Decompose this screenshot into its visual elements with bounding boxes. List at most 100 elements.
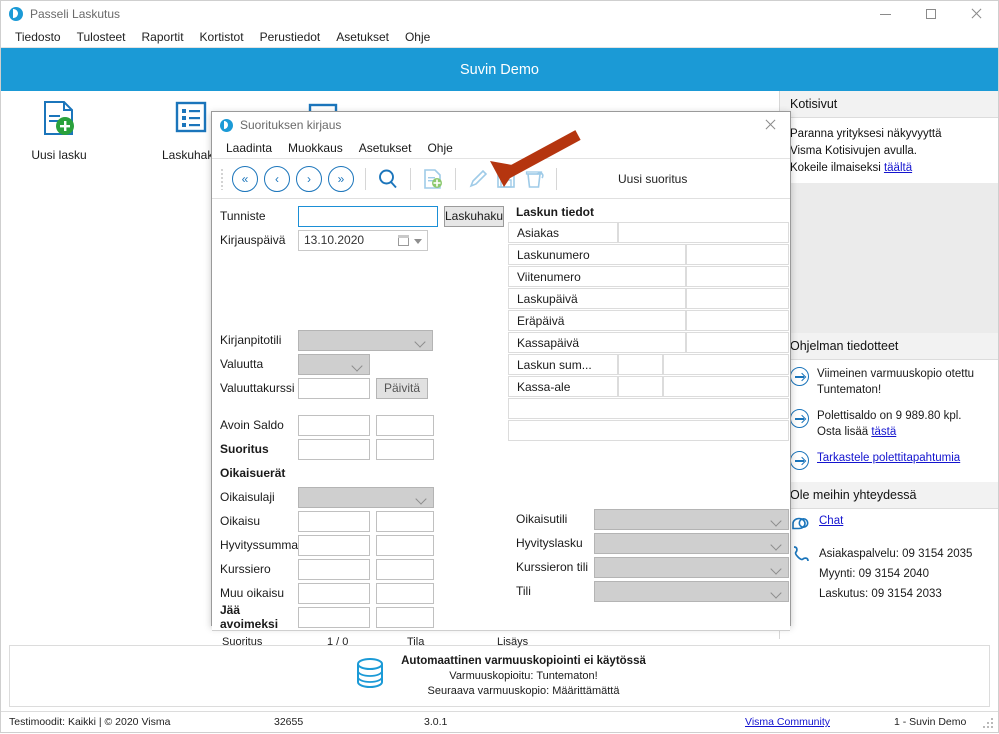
new-document-icon[interactable] [420, 166, 446, 192]
nav-prev-button[interactable]: ‹ [264, 165, 290, 192]
jaa-avoimeksi-input-2[interactable] [376, 606, 434, 628]
menu-item-tulosteet[interactable]: Tulosteet [69, 27, 134, 48]
notice-link-tarkastele[interactable]: Tarkastele polettitapahtumia [817, 450, 960, 466]
label-oikaisutili: Oikaisutili [516, 512, 568, 526]
tunniste-input[interactable] [298, 205, 438, 227]
dialog-close-button[interactable] [750, 112, 790, 138]
cell-value[interactable] [618, 222, 789, 243]
hyvityssumma-input-2[interactable] [376, 534, 434, 556]
cell-value[interactable] [663, 354, 789, 375]
cell-mid[interactable] [618, 354, 663, 375]
menu-item-asetukset[interactable]: Asetukset [328, 27, 397, 48]
resize-grip[interactable] [983, 718, 995, 730]
muu-oikaisu-input-1[interactable] [298, 582, 370, 604]
table-row[interactable]: Viitenumero [508, 266, 789, 287]
cell-value[interactable] [686, 266, 789, 287]
muu-oikaisu-input-2[interactable] [376, 582, 434, 604]
status-community-link[interactable]: Visma Community [681, 716, 886, 728]
hyvityslasku-select[interactable] [594, 532, 789, 554]
cell-mid[interactable] [618, 376, 663, 397]
suoritus-input-1[interactable] [298, 438, 370, 460]
nav-first-button[interactable]: « [232, 165, 258, 192]
dialog-menu-laadinta[interactable]: Laadinta [218, 138, 280, 159]
arrow-right-icon [790, 451, 809, 470]
cell-empty[interactable] [508, 398, 789, 419]
cell-label: Laskupäivä [508, 288, 686, 309]
kurssiero-input-2[interactable] [376, 558, 434, 580]
cell-empty[interactable] [508, 420, 789, 441]
kirjanpitotili-select[interactable] [298, 329, 433, 351]
oikaisu-input-1[interactable] [298, 510, 370, 532]
field-row-oikaisulaji: Oikaisulaji [220, 486, 502, 508]
notice-item-tapahtumat[interactable]: Tarkastele polettitapahtumia [780, 444, 998, 474]
pencil-icon[interactable] [465, 166, 491, 192]
chat-link[interactable]: Chat [819, 515, 843, 527]
kurssieron-tili-select[interactable] [594, 556, 789, 578]
table-row[interactable]: Kassa-ale [508, 376, 789, 397]
cell-value[interactable] [686, 332, 789, 353]
hyvityssumma-input-1[interactable] [298, 534, 370, 556]
dialog-menu-ohje[interactable]: Ohje [419, 138, 460, 159]
paivita-button[interactable]: Päivitä [376, 377, 428, 399]
table-row[interactable]: Kassapäivä [508, 332, 789, 353]
table-row[interactable]: Laskun sum... [508, 354, 789, 375]
close-button[interactable] [953, 1, 998, 27]
field-row-oikaisutili: Oikaisutili [508, 508, 789, 530]
label-suoritus: Suoritus [220, 442, 269, 456]
floppy-disk-icon[interactable] [493, 166, 519, 192]
table-row[interactable]: Laskunumero [508, 244, 789, 265]
table-row-empty[interactable] [508, 420, 789, 441]
dialog-menu-muokkaus[interactable]: Muokkaus [280, 138, 351, 159]
suoritus-input-2[interactable] [376, 438, 434, 460]
contact-chat-row[interactable]: Chat [780, 509, 998, 538]
label-hyvityssumma: Hyvityssumma [220, 538, 299, 552]
minimize-button[interactable] [863, 1, 908, 27]
kirjauspaiva-date-input[interactable]: 13.10.2020 [298, 229, 428, 251]
kurssiero-input-1[interactable] [298, 558, 370, 580]
phone-laskutus: Laskutus: 09 3154 2033 [819, 588, 942, 600]
table-row-empty[interactable] [508, 398, 789, 419]
magnifier-icon[interactable] [375, 166, 401, 192]
notice-item-backup[interactable]: Viimeinen varmuuskopio otettu Tuntematon… [780, 360, 998, 402]
valuuttakurssi-input[interactable] [298, 377, 370, 399]
dialog-menu-asetukset[interactable]: Asetukset [351, 138, 420, 159]
oikaisulaji-select[interactable] [298, 486, 434, 508]
new-invoice-icon [40, 99, 78, 142]
status-bar: Testimoodit: Kaikki | © 2020 Visma 32655… [1, 711, 998, 732]
menu-item-ohje[interactable]: Ohje [397, 27, 438, 48]
toolbar-button-uusi-lasku[interactable]: Uusi lasku [19, 99, 99, 162]
toolbar-drag-handle[interactable] [220, 167, 224, 190]
menu-item-raportit[interactable]: Raportit [134, 27, 192, 48]
trash-icon[interactable] [521, 166, 547, 192]
nav-last-button[interactable]: » [328, 165, 354, 192]
avoin-saldo-input-1[interactable] [298, 414, 370, 436]
jaa-avoimeksi-input-1[interactable] [298, 606, 370, 628]
notice-item-polettisaldo[interactable]: Polettisaldo on 9 989.80 kpl. Osta lisää… [780, 402, 998, 444]
cell-label: Kassapäivä [508, 332, 686, 353]
oikaisu-input-2[interactable] [376, 510, 434, 532]
cell-value[interactable] [686, 310, 789, 331]
maximize-button[interactable] [908, 1, 953, 27]
notice-link-tasta[interactable]: tästä [871, 426, 896, 438]
toolbar-separator [556, 167, 557, 190]
cell-value[interactable] [663, 376, 789, 397]
table-row[interactable]: Eräpäivä [508, 310, 789, 331]
menu-item-perustiedot[interactable]: Perustiedot [252, 27, 329, 48]
table-row[interactable]: Asiakas [508, 222, 789, 243]
avoin-saldo-input-2[interactable] [376, 414, 434, 436]
sidebar-header-kotisivut: Kotisivut [780, 91, 998, 118]
table-row[interactable]: Laskupäivä [508, 288, 789, 309]
cell-value[interactable] [686, 244, 789, 265]
menu-item-tiedosto[interactable]: Tiedosto [7, 27, 69, 48]
oikaisutili-select[interactable] [594, 508, 789, 530]
promo-link-taalta[interactable]: täältä [884, 162, 912, 174]
cell-value[interactable] [686, 288, 789, 309]
menu-item-kortistot[interactable]: Kortistot [192, 27, 252, 48]
valuutta-select[interactable] [298, 353, 370, 375]
label-oikaisu: Oikaisu [220, 514, 261, 528]
laskuhaku-button[interactable]: Laskuhaku [444, 205, 505, 227]
dialog-title: Suorituksen kirjaus [240, 118, 342, 132]
field-row-kirjauspaiva: Kirjauspäivä 13.10.2020 [220, 229, 502, 251]
tili-select[interactable] [594, 580, 789, 602]
nav-next-button[interactable]: › [296, 165, 322, 192]
